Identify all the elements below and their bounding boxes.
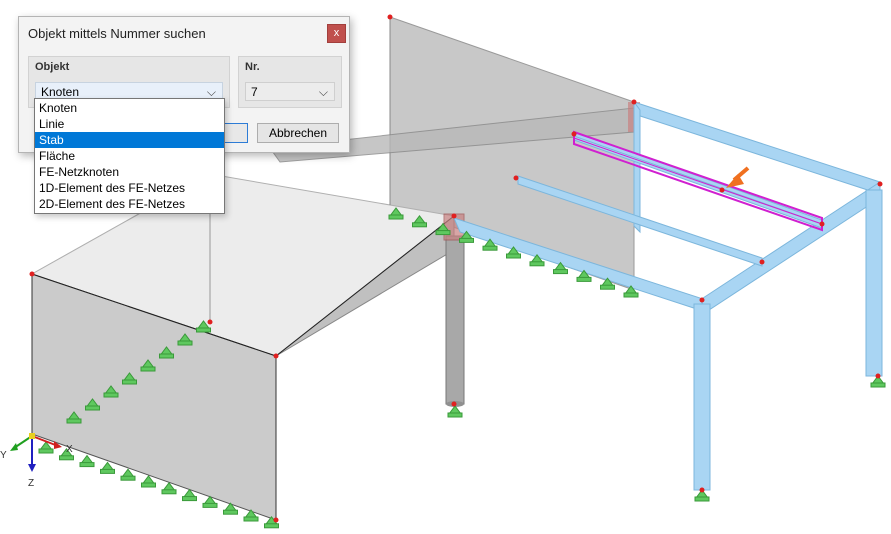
number-value: 7: [251, 85, 258, 99]
concrete-column: [445, 235, 465, 405]
dropdown-option[interactable]: Fläche: [35, 148, 224, 164]
dropdown-option-selected[interactable]: Stab: [35, 132, 224, 148]
support-symbol: [79, 454, 95, 468]
dialog-title: Objekt mittels Nummer suchen: [28, 26, 206, 41]
dropdown-option[interactable]: Linie: [35, 116, 224, 132]
support-symbol: [120, 468, 136, 481]
dropdown-option[interactable]: 1D-Element des FE-Netzes: [35, 180, 224, 196]
search-pointer-arrow-icon: [726, 166, 750, 188]
number-group-label: Nr.: [245, 61, 260, 73]
z-axis-label: Z: [28, 478, 34, 489]
y-axis-label: Y: [0, 450, 7, 461]
chevron-down-icon: ⌵: [318, 85, 328, 99]
x-axis-label: X: [66, 444, 73, 455]
number-group: Nr. 7 ⌵: [238, 56, 342, 108]
support-symbol: [447, 405, 463, 418]
number-select[interactable]: 7 ⌵: [245, 82, 335, 101]
dropdown-option[interactable]: 2D-Element des FE-Netzes: [35, 196, 224, 212]
close-icon: x: [333, 27, 340, 39]
support-symbol: [141, 475, 156, 488]
close-button[interactable]: x: [327, 24, 346, 43]
object-type-value: Knoten: [41, 85, 80, 99]
cancel-button[interactable]: Abbrechen: [257, 123, 339, 143]
dropdown-option[interactable]: FE-Netzknoten: [35, 164, 224, 180]
support-symbol: [100, 461, 115, 474]
dropdown-option[interactable]: Knoten: [35, 100, 224, 116]
object-type-dropdown-list: Knoten Linie Stab Fläche FE-Netzknoten 1…: [34, 98, 225, 214]
object-group-label: Objekt: [35, 61, 70, 73]
